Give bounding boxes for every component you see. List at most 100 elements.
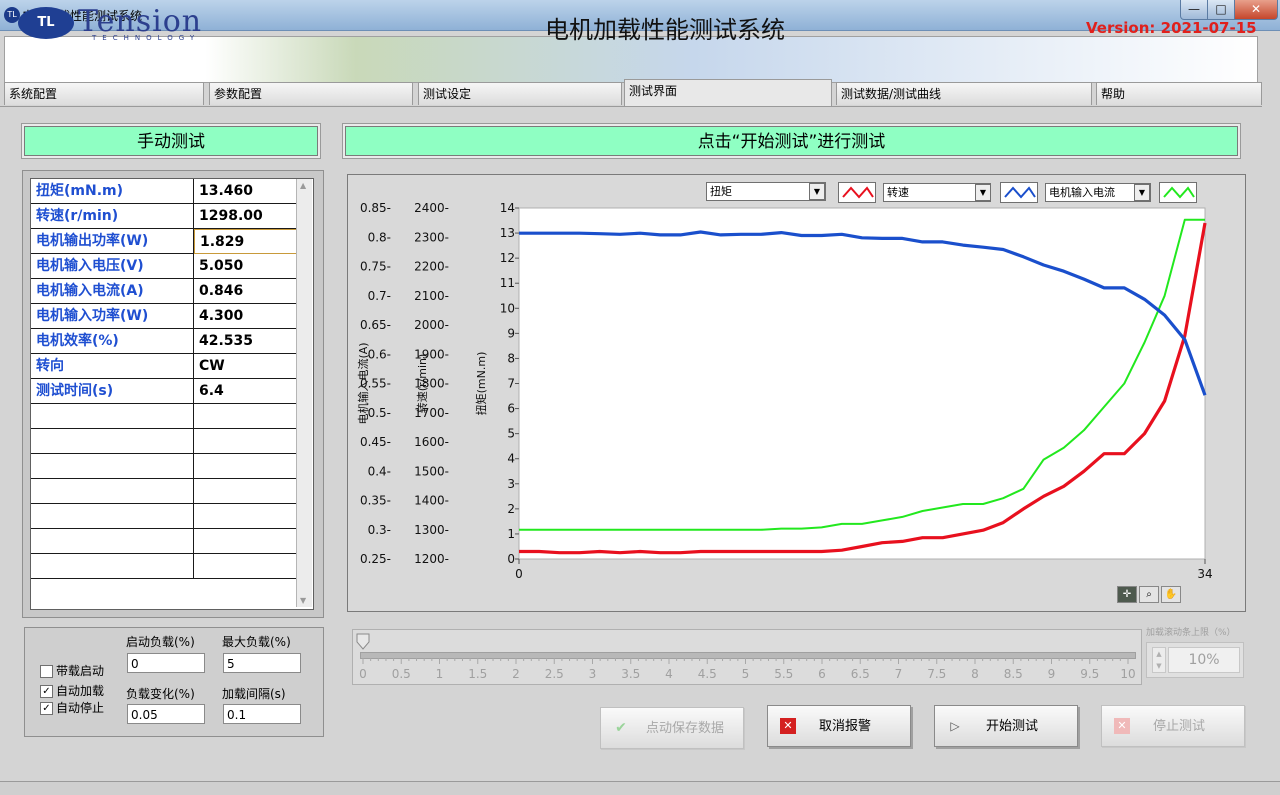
current-select-arrow-icon[interactable]: ▼	[1134, 184, 1150, 201]
load-interval-label: 加载间隔(s)	[222, 687, 286, 701]
load-change-input[interactable]: 0.05	[127, 704, 205, 724]
measurement-table: 扭矩(mN.m) 13.460 转速(r/min) 1298.00 电机输出功率(W) 1…	[30, 178, 314, 610]
table-row-value: 13.460	[194, 179, 297, 204]
save-manual-data-button[interactable]: ✔ 点动保存数据	[600, 707, 744, 749]
axis-tick-label: 0.25-	[360, 552, 391, 566]
axis-tick-label: 0.35-	[360, 494, 391, 508]
table-row-value: 6.4	[194, 379, 297, 404]
cursor-tool-icon[interactable]: ✛	[1117, 586, 1137, 603]
table-scrollbar[interactable]: ▲ ▼	[296, 179, 312, 607]
table-row-name: 扭矩(mN.m)	[31, 179, 194, 204]
axis-tick-label: 4	[507, 452, 515, 466]
speed-swatch-line	[1004, 186, 1036, 199]
tab-test-data-curve[interactable]: 测试数据/测试曲线	[836, 82, 1092, 105]
max-load-input[interactable]: 5	[223, 653, 301, 673]
table-empty-cell	[194, 529, 297, 554]
cancel-alarm-button[interactable]: ✕ 取消报警	[767, 705, 911, 747]
table-row-name: 电机效率(%)	[31, 329, 194, 354]
table-empty-cell	[31, 504, 194, 529]
test-hint-banner: 点击“开始测试”进行测试	[343, 124, 1240, 158]
axis-tick-label: 1300-	[414, 523, 449, 537]
slider-tick-label: 4.5	[697, 667, 717, 681]
tab-test-settings[interactable]: 测试设定	[418, 82, 622, 105]
slider-tick-label: 6.5	[850, 667, 870, 681]
stop-test-button[interactable]: ✕ 停止测试	[1101, 705, 1245, 747]
tab-test-interface[interactable]: 测试界面	[624, 79, 832, 107]
axis-title: 电机输入电流(A)	[356, 342, 370, 424]
scroll-down-icon[interactable]: ▼	[300, 596, 306, 605]
slider-tick-label: 3.5	[621, 667, 641, 681]
axis-tick-label: 0.85-	[360, 201, 391, 215]
auto-load-label: 自动加载	[56, 684, 105, 698]
axis-tick-label: 0.7-	[368, 289, 391, 303]
maximize-button[interactable]: □	[1207, 0, 1235, 20]
slider-tick-label: 3	[588, 667, 597, 681]
zoom-tool-icon[interactable]: ⌕	[1139, 586, 1159, 603]
table-row-value: 1.829	[194, 229, 297, 254]
slider-tick-label: 9.5	[1080, 667, 1100, 681]
axis-tick-label: 0.5-	[368, 406, 391, 420]
start-test-button[interactable]: ▷ 开始测试	[934, 705, 1078, 747]
load-start-checkbox[interactable]	[40, 665, 53, 678]
close-button[interactable]: ✕	[1234, 0, 1278, 20]
tab-divider	[0, 106, 1262, 107]
slider-tick-label: 6	[818, 667, 826, 681]
axis-tick-label: 2100-	[414, 289, 449, 303]
axis-tick-label: 14	[500, 201, 515, 215]
tab-param-config[interactable]: 参数配置	[209, 82, 413, 105]
table-row-value: 1298.00	[194, 204, 297, 229]
table-empty-cell	[194, 504, 297, 529]
slider-tick-label: 7	[894, 667, 903, 681]
tab-system-config[interactable]: 系统配置	[4, 82, 204, 105]
speed-select-arrow-icon[interactable]: ▼	[975, 184, 991, 201]
table-empty-cell	[194, 554, 297, 579]
slider-tick-label: 2	[512, 667, 520, 681]
load-interval-input[interactable]: 0.1	[223, 704, 301, 724]
tab-help[interactable]: 帮助	[1096, 82, 1262, 105]
slider-tick-label: 10	[1120, 667, 1136, 681]
axis-tick-label: 0.45-	[360, 435, 391, 449]
load-start-label: 带载启动	[56, 664, 105, 678]
axis-tick-label: 1500-	[414, 464, 449, 478]
table-row-value: 0.846	[194, 279, 297, 304]
slider-limit-input[interactable]: 10%	[1168, 647, 1240, 673]
save-manual-data-label: 点动保存数据	[645, 721, 724, 736]
current-swatch-line	[1163, 186, 1195, 199]
slider-tick-label: 5.5	[774, 667, 794, 681]
torque-select-arrow-icon[interactable]: ▼	[809, 183, 825, 200]
slider-tick-label: 8.5	[1003, 667, 1023, 681]
table-row-value: 4.300	[194, 304, 297, 329]
slider-tick-label: 9	[1047, 667, 1056, 681]
axis-tick-label: 2300-	[414, 230, 449, 244]
axis-tick-label: 1	[507, 527, 515, 541]
load-change-label: 负载变化(%)	[126, 687, 195, 701]
bottom-strip	[0, 781, 1280, 795]
table-empty-cell	[31, 479, 194, 504]
axis-tick-label: 2000-	[414, 318, 449, 332]
torque-swatch-line	[842, 186, 874, 199]
load-slider-thumb[interactable]	[356, 633, 370, 650]
page-title: 电机加载性能测试系统	[545, 16, 785, 44]
torque-plot-select[interactable]: 扭矩	[706, 182, 826, 201]
table-row-name: 电机输入电流(A)	[31, 279, 194, 304]
manual-test-title: 手动测试	[22, 124, 320, 158]
current-legend-swatch	[1159, 182, 1197, 203]
current-select-text: 电机输入电流	[1049, 186, 1115, 199]
minimize-button[interactable]: —	[1180, 0, 1208, 20]
slider-tick-label: 7.5	[927, 667, 947, 681]
start-test-label: 开始测试	[985, 719, 1038, 734]
start-load-input[interactable]: 0	[127, 653, 205, 673]
pan-hand-icon[interactable]: ✋	[1161, 586, 1181, 603]
error-x-icon: ✕	[780, 718, 796, 734]
test-curve-chart[interactable]: 01234567891011121314扭矩(mN.m)1200-1300-14…	[347, 174, 1244, 610]
axis-tick-label: 12	[500, 251, 515, 265]
table-row-name: 转速(r/min)	[31, 204, 194, 229]
scroll-up-icon[interactable]: ▲	[300, 181, 306, 190]
auto-load-checkbox[interactable]: ✓	[40, 685, 53, 698]
stop-x-icon: ✕	[1114, 718, 1130, 734]
auto-stop-checkbox[interactable]: ✓	[40, 702, 53, 715]
torque-legend-swatch	[838, 182, 876, 203]
limit-stepper-icon[interactable]: ▲ ▼	[1152, 647, 1166, 673]
slider-thumb-shape	[356, 633, 370, 650]
plot-area	[518, 207, 1206, 560]
